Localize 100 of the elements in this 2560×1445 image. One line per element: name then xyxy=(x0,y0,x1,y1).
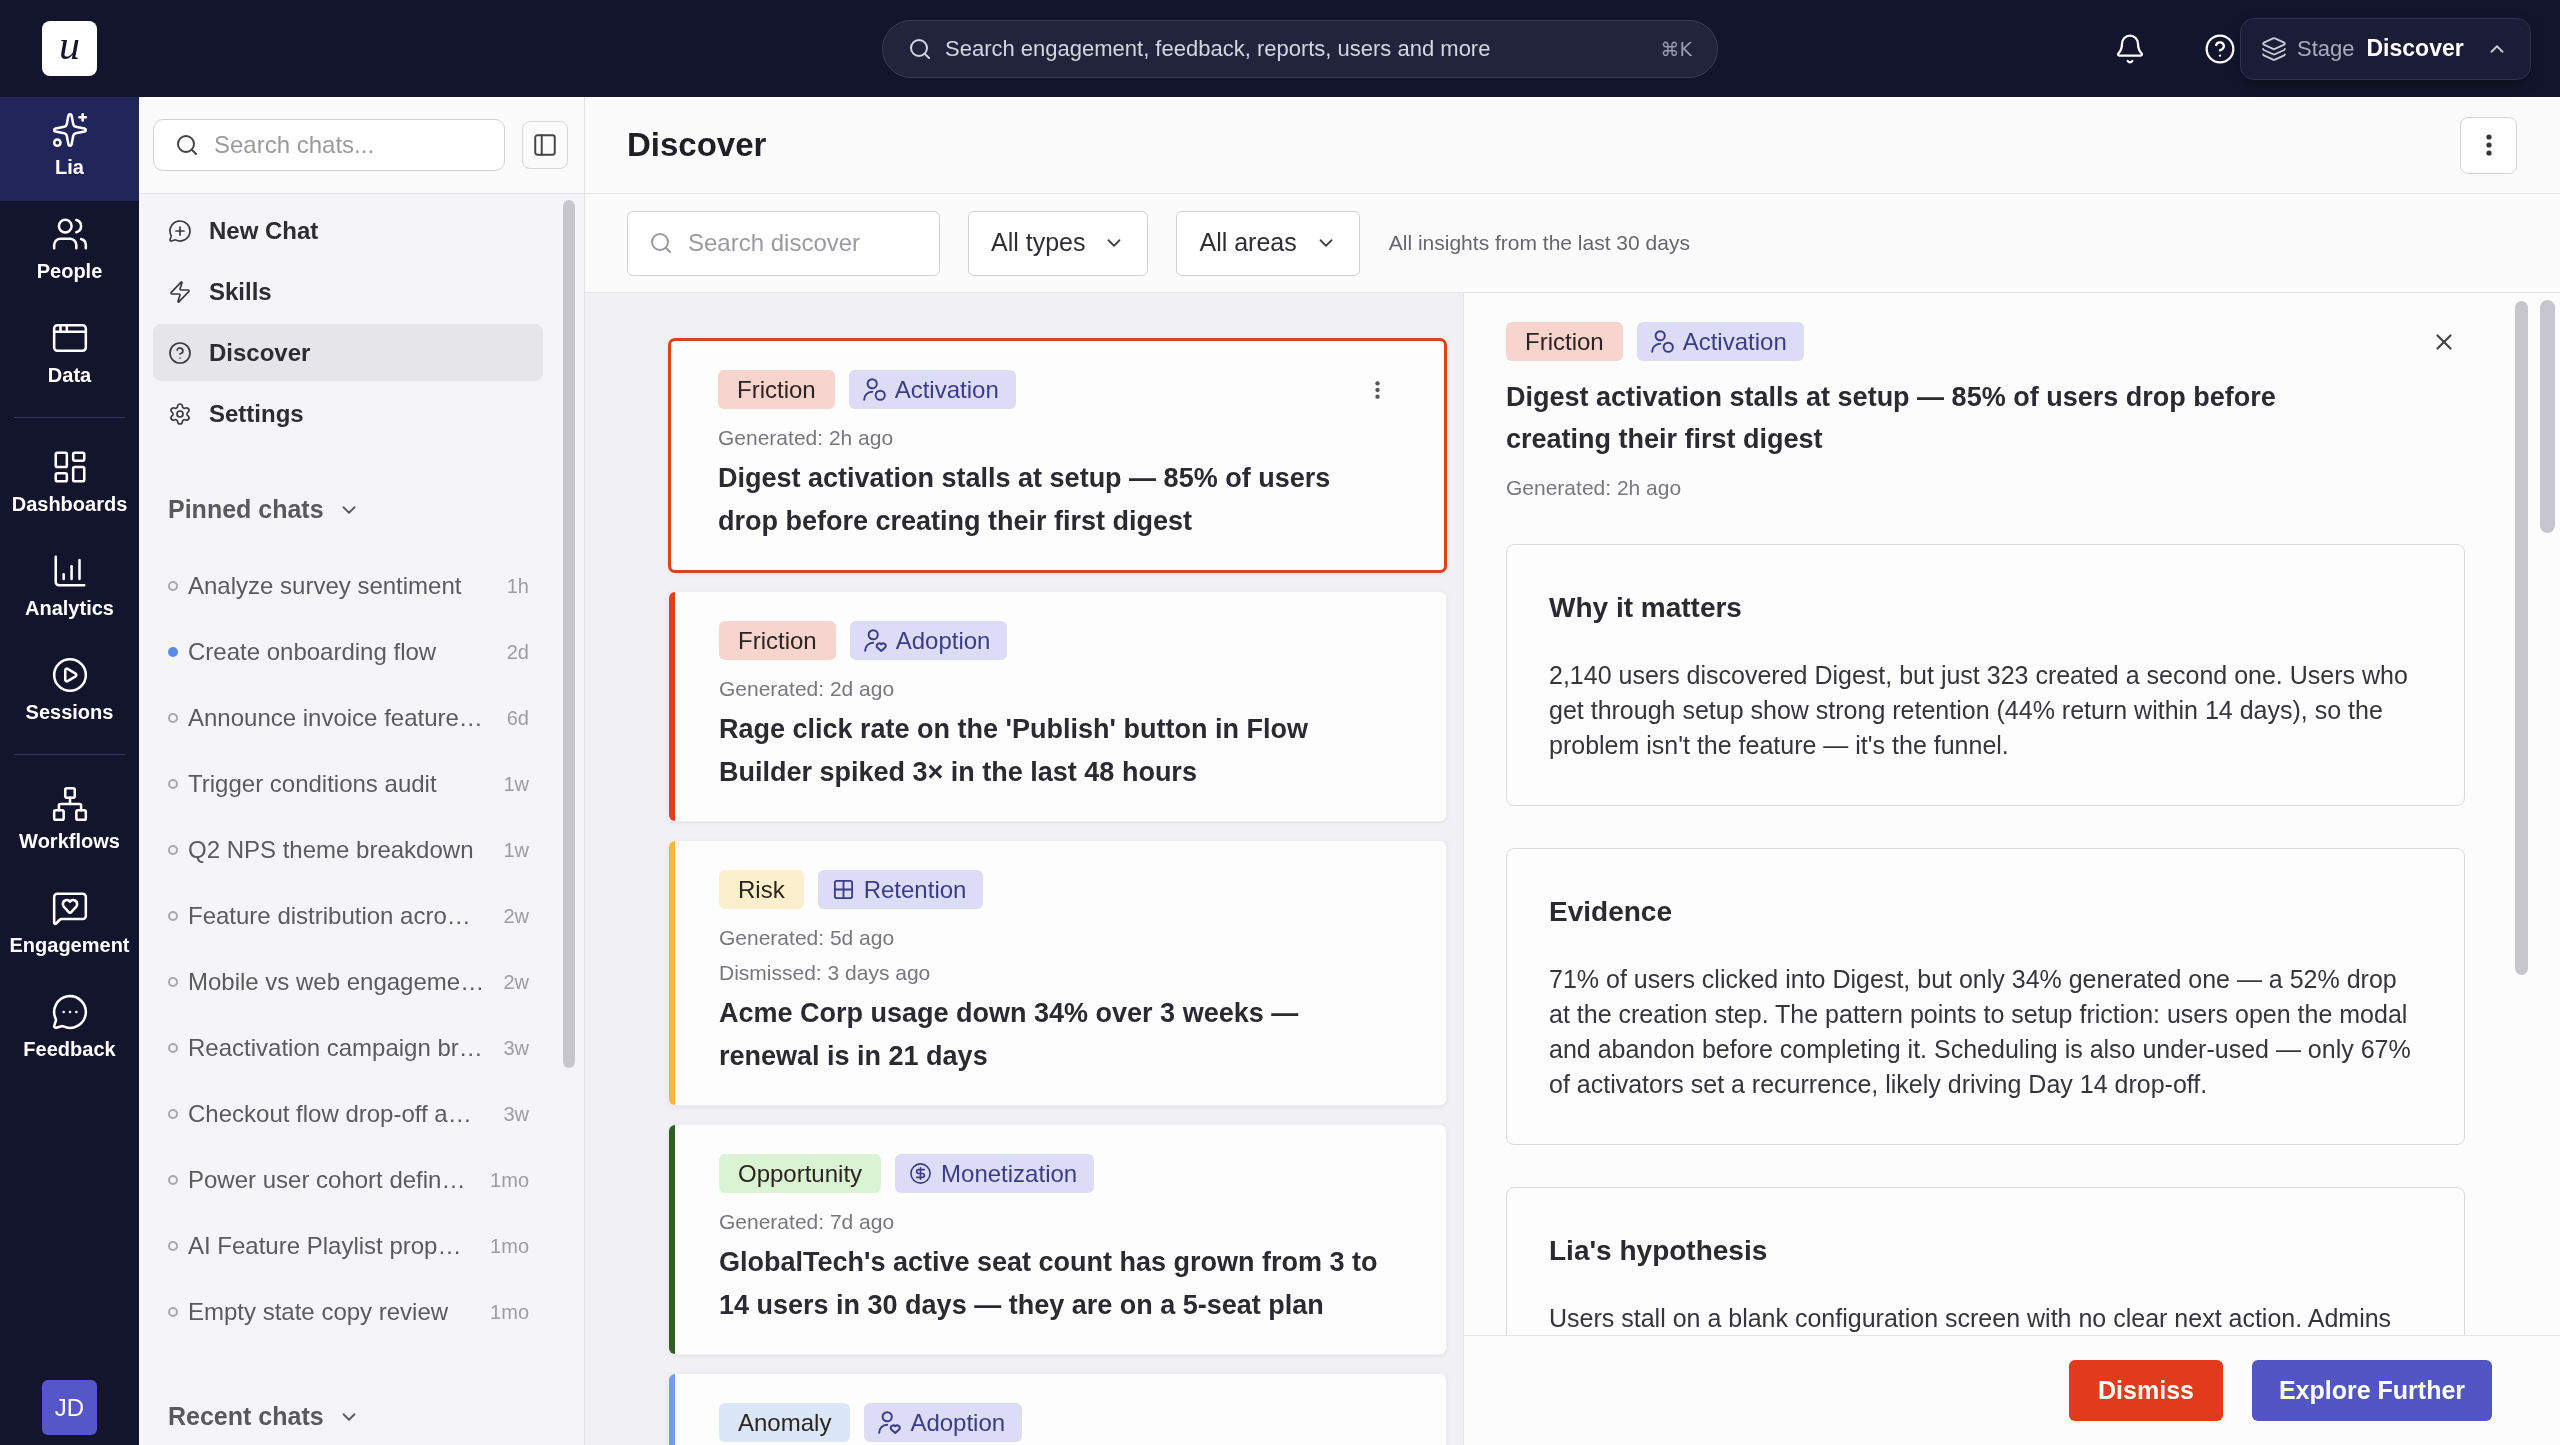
settings-icon xyxy=(168,401,192,426)
generated-time: Generated: 5d ago xyxy=(719,925,896,951)
filter-note: All insights from the last 30 days xyxy=(1388,230,1690,257)
notification-bell-icon[interactable] xyxy=(2114,32,2146,65)
recent-chats-toggle[interactable]: Recent chats xyxy=(153,1397,360,1437)
nav-rail-item[interactable]: Data xyxy=(0,305,139,409)
generated-time: Generated: 2h ago xyxy=(1506,475,1683,501)
chat-item[interactable]: Feature distribution acro… 2w xyxy=(153,883,543,949)
area-label: Adoption xyxy=(895,625,991,656)
chat-item[interactable]: Announce invoice feature… 6d xyxy=(153,685,543,751)
scrollbar-thumb[interactable] xyxy=(563,200,575,1068)
nav-rail-item[interactable]: Lia xyxy=(0,97,139,201)
filter-dropdown[interactable]: All areas xyxy=(1176,210,1360,276)
area-label: Adoption xyxy=(910,1407,1006,1438)
category-tag: Friction xyxy=(718,370,835,409)
user-avatar[interactable]: JD xyxy=(42,1380,97,1435)
person-icon xyxy=(1650,330,1674,353)
heart-message-icon xyxy=(50,889,89,927)
category-tag: Opportunity xyxy=(719,1154,882,1193)
chat-bubble-icon xyxy=(50,993,89,1031)
insight-title: Acme Corp usage down 34% over 3 weeks — renewal is in 21 days xyxy=(719,997,1300,1073)
chat-item[interactable]: Trigger conditions audit 1w xyxy=(153,751,543,817)
category-tag: Friction xyxy=(719,621,836,660)
chat-item[interactable]: Checkout flow drop-off a… 3w xyxy=(153,1081,543,1147)
nav-rail-item[interactable]: Engagement xyxy=(0,875,139,979)
area-label: Activation xyxy=(894,374,999,405)
discover-search-field[interactable]: Search discover xyxy=(627,210,940,276)
insight-card[interactable]: Opportunity Monetization Generated: 7d ago GlobalTech's active seat count has grown from 3 to 14 users in 30 days — they are on a 5-seat plan xyxy=(668,1124,1447,1355)
logo[interactable]: u xyxy=(42,21,97,76)
nav-rail-item[interactable]: People xyxy=(0,201,139,305)
detail-title: Digest activation stalls at setup — 85% of users drop before creating their first digest xyxy=(1506,381,2277,456)
insight-title: Digest activation stalls at setup — 85% of users drop before creating their first digest xyxy=(718,462,1332,538)
nav-rail-item[interactable]: Feedback xyxy=(0,979,139,1083)
sparkles-icon xyxy=(50,111,89,149)
search-icon xyxy=(908,36,932,61)
section-body: 2,140 users discovered Digest, but just 323 created a second one. Users who get through setup show strong retention (44% return within 14 days), so the problem isn't the feature — it's the funnel. xyxy=(1549,660,2409,761)
question-icon xyxy=(168,340,192,365)
pinned-chats-toggle[interactable]: Pinned chats xyxy=(153,490,360,530)
nav-rail-item[interactable]: Sessions xyxy=(0,642,139,746)
sidebar-nav-item[interactable]: Discover xyxy=(153,324,543,381)
nav-rail-item[interactable]: Dashboards xyxy=(0,434,139,538)
scrollbar-thumb[interactable] xyxy=(2515,301,2528,975)
more-options-icon[interactable] xyxy=(1375,379,1380,400)
generated-time: Generated: 2h ago xyxy=(718,425,895,451)
action-button[interactable]: Dismiss xyxy=(2069,1360,2223,1421)
insight-title: GlobalTech's active seat count has grown from 3 to 14 users in 30 days — they are on a 5-seat plan xyxy=(719,1246,1379,1322)
person-icon xyxy=(862,378,886,401)
panel-icon xyxy=(532,132,558,158)
grid-icon xyxy=(831,878,855,901)
generated-time: Generated: 2d ago xyxy=(719,676,896,702)
insight-card[interactable]: Anomaly Adoption xyxy=(668,1373,1447,1445)
chat-item[interactable]: Analyze survey sentiment 1h xyxy=(153,553,543,619)
search-icon xyxy=(649,230,673,255)
chat-item[interactable]: Mobile vs web engageme… 2w xyxy=(153,949,543,1015)
chat-item[interactable]: Reactivation campaign br… 3w xyxy=(153,1015,543,1081)
chat-plus-icon xyxy=(168,218,192,243)
person-heart-icon xyxy=(863,629,887,652)
chat-item[interactable]: Power user cohort defin… 1mo xyxy=(153,1147,543,1213)
generated-time: Generated: 7d ago xyxy=(719,1209,896,1235)
chat-item[interactable]: Q2 NPS theme breakdown 1w xyxy=(153,817,543,883)
dismissed-time: Dismissed: 3 days ago xyxy=(719,960,932,986)
sidebar-nav-item[interactable]: Skills xyxy=(153,263,543,320)
network-icon xyxy=(50,785,89,823)
help-icon[interactable] xyxy=(2204,32,2236,65)
filter-dropdown[interactable]: All types xyxy=(968,210,1149,276)
nav-rail-item[interactable]: Analytics xyxy=(0,538,139,642)
chat-search-field[interactable]: Search chats... xyxy=(153,119,505,171)
category-tag: Anomaly xyxy=(719,1403,851,1442)
section-body: 71% of users clicked into Digest, but only 34% generated one — a 52% drop at the creation step. The pattern points to setup friction: users open the modal and abandon before completing it. Scheduling is also under-used — only 67% of activators set a recurrence, likely driving Day 14 drop-off. xyxy=(1549,964,2412,1100)
play-icon xyxy=(50,656,89,694)
insight-card[interactable]: Friction Adoption Generated: 2d ago Rage click rate on the 'Publish' button in Flow Builder spiked 3× in the last 48 hours xyxy=(668,591,1447,822)
person-heart-icon xyxy=(878,1411,902,1434)
search-icon xyxy=(175,133,199,157)
layers-icon xyxy=(2261,35,2287,62)
sidebar-nav-item[interactable]: Settings xyxy=(153,385,543,442)
section-heading: Why it matters xyxy=(1549,591,1743,625)
shortcut-hint: ⌘K xyxy=(1660,36,1692,62)
chat-item[interactable]: AI Feature Playlist prop… 1mo xyxy=(153,1213,543,1279)
area-label: Retention xyxy=(863,874,967,905)
chat-item[interactable]: Empty state copy review 1mo xyxy=(153,1279,543,1345)
sidebar-nav-item[interactable]: New Chat xyxy=(153,202,543,259)
stage-switcher[interactable]: Stage Discover xyxy=(2240,17,2531,80)
page-title: Discover xyxy=(627,125,767,166)
sidebar-toggle-button[interactable] xyxy=(522,121,568,169)
insight-card[interactable]: Risk Retention Generated: 5d ago Dismissed: 3 days ago Acme Corp usage down 34% over 3 weeks — renewal is in 21 days xyxy=(668,840,1447,1106)
nav-rail-item[interactable]: Workflows xyxy=(0,771,139,875)
more-options-icon xyxy=(2485,134,2492,156)
scrollbar-thumb[interactable] xyxy=(2540,300,2555,533)
insight-card[interactable]: Friction Activation Generated: 2h ago Digest activation stalls at setup — 85% of users drop before creating their first digest xyxy=(668,338,1447,573)
area-label: Activation xyxy=(1682,326,1787,357)
section-body: Users stall on a blank configuration screen with no clear next action. Admins xyxy=(1549,1303,2393,1334)
area-label: Monetization xyxy=(941,1158,1078,1189)
dollar-circle-icon xyxy=(909,1162,933,1185)
section-heading: Evidence xyxy=(1549,895,1673,929)
category-tag: Risk xyxy=(719,870,804,909)
section-heading: Lia's hypothesis xyxy=(1549,1234,1769,1268)
category-tag: Friction xyxy=(1506,322,1623,361)
action-button[interactable]: Explore Further xyxy=(2252,1360,2492,1421)
chat-item[interactable]: Create onboarding flow 2d xyxy=(153,619,543,685)
lightning-icon xyxy=(168,279,192,304)
